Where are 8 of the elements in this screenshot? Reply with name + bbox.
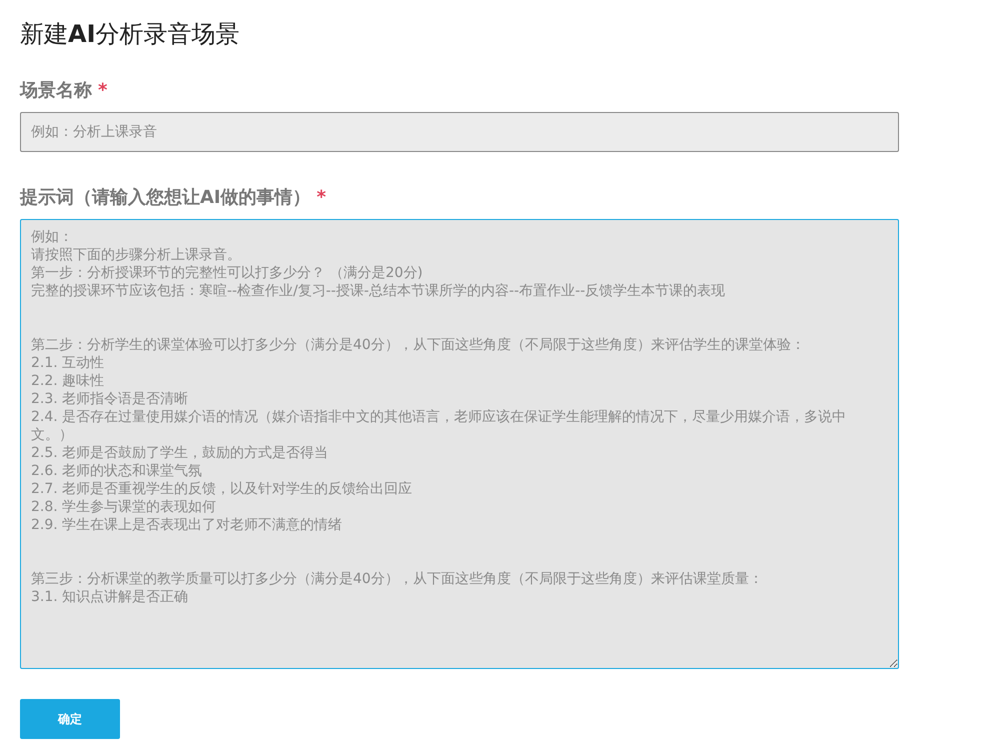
confirm-button[interactable]: 确定 [20,698,120,739]
page-title: 新建AI分析录音场景 [20,20,241,49]
required-asterisk: * [98,78,108,103]
required-asterisk: * [316,186,326,210]
field-label: 提示词（请输入您想让AI做的事情） [20,186,311,210]
field-label: 场景名称 [20,78,92,103]
text-area[interactable]: 例如： 请按照下面的步骤分析上课录音。 第一步：分析授课环节的完整性可以打多少分？ （满分是20分) 完整的授课环节应该包括：寒暄--检查作业/复习--授课-总结本节课所学的内容--布置作业--反馈学生本节课的表现 第二步：分析学生的课堂体验可以打多少分（满分是40分），从下面这些角度（不局限于这些角度）来评估学生的课堂体验： 2.1. 互动性 2.2. 趣味性 2.3. 老师指令语是否清晰 2.4. 是否存在过量使用媒介语的情况（媒介语指非中文的其他语言，老师应该在保证学生能理解的情况下，尽量少用媒介语，多说中文。） 2.5. 老师是否鼓励了学生，鼓励的方式是否得当 2.6. 老师的状态和课堂气氛 2.7. 老师是否重视学生的反馈，以及针对学生的反馈给出回应 2.8. 学生参与课堂的表现如何 2.9. 学生在课上是否表现出了对老师不满意的情绪 第三步：分析课堂的教学质量可以打多少分（满分是40分），从下面这些角度（不局限于这些角度）来评估课堂质量： 3.1. 知识点讲解是否正确 [20,218,899,669]
input-field[interactable]: 例如：分析上课录音 [20,112,899,152]
